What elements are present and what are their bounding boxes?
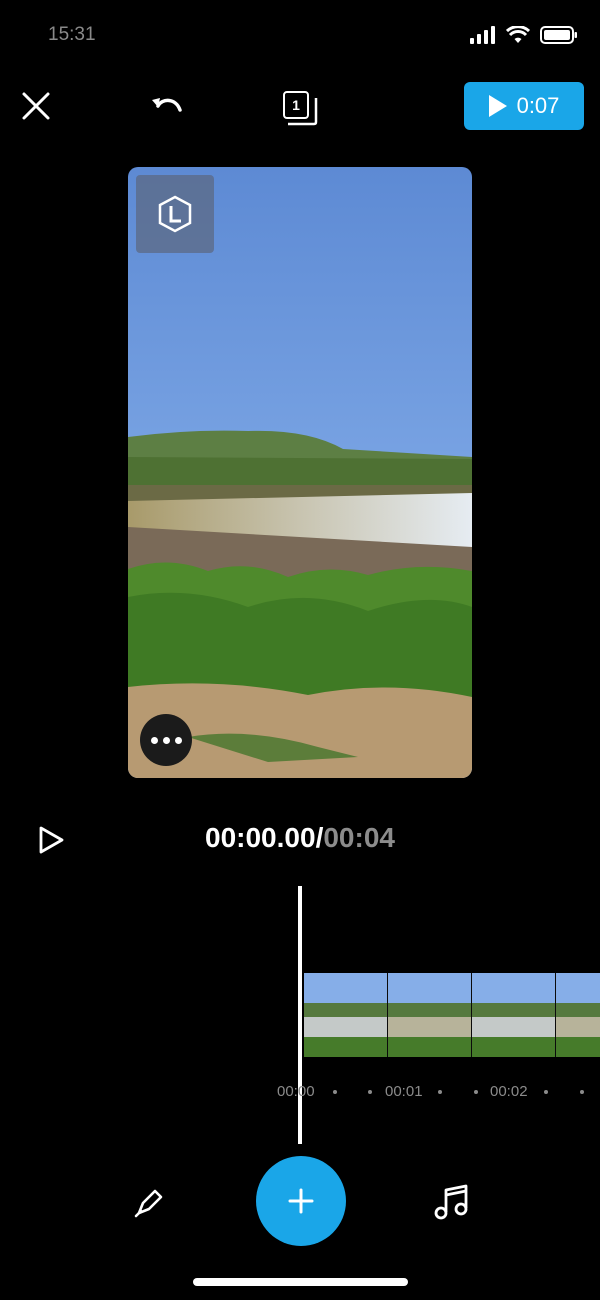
timeline-marker: 00:01	[385, 1083, 423, 1100]
undo-button[interactable]	[144, 84, 188, 128]
add-media-button[interactable]	[256, 1156, 346, 1246]
plus-icon	[288, 1188, 314, 1214]
clip-thumbnail	[472, 973, 556, 1057]
status-time: 15:31	[48, 24, 96, 45]
timeline-tick	[474, 1090, 478, 1094]
playback-time: 00:00.00/00:04	[0, 822, 600, 854]
clip-thumbnail-image	[304, 973, 387, 1057]
play-icon	[488, 95, 507, 117]
preview-play-button[interactable]: 0:07	[464, 82, 584, 130]
timeline-tick	[438, 1090, 442, 1094]
layers-button[interactable]: 1	[274, 82, 322, 130]
clip-thumbnail	[388, 973, 472, 1057]
music-note-icon	[434, 1184, 468, 1220]
music-button[interactable]	[428, 1178, 476, 1226]
timeline-clip[interactable]	[304, 973, 600, 1057]
close-button[interactable]	[14, 84, 58, 128]
clip-thumbnail-image	[556, 973, 600, 1057]
watermark-logo[interactable]	[136, 175, 214, 253]
timeline-tick	[368, 1090, 372, 1094]
clip-thumbnail	[556, 973, 600, 1057]
current-time: 00:00.00	[205, 822, 316, 853]
layers-count: 1	[283, 91, 309, 119]
timeline-marker: 00:00	[277, 1083, 315, 1100]
close-icon	[22, 92, 50, 120]
draw-button[interactable]	[128, 1180, 172, 1224]
more-icon-dot	[174, 736, 182, 744]
preview-duration: 0:07	[516, 93, 560, 118]
clip-thumbnail-image	[388, 973, 471, 1057]
timeline-tick	[544, 1090, 548, 1094]
home-indicator[interactable]	[193, 1278, 408, 1286]
timeline-playhead[interactable]	[298, 886, 302, 1144]
more-icon-dot	[162, 736, 170, 744]
undo-icon	[152, 98, 182, 112]
video-preview[interactable]	[128, 167, 472, 778]
clip-thumbnail	[304, 973, 388, 1057]
timeline-tick	[333, 1090, 337, 1094]
pen-icon	[134, 1189, 163, 1218]
total-time: 00:04	[323, 822, 395, 853]
more-icon-dot	[150, 736, 158, 744]
wifi-icon	[506, 26, 530, 43]
video-frame-image	[128, 167, 472, 778]
more-options-button[interactable]	[140, 714, 192, 766]
timeline-marker: 00:02	[490, 1083, 528, 1100]
signal-icon	[470, 26, 495, 44]
battery-icon	[540, 26, 577, 44]
timeline-tick	[580, 1090, 584, 1094]
status-icons	[470, 26, 578, 44]
watermark-logo-icon	[158, 195, 192, 233]
clip-thumbnail-image	[472, 973, 555, 1057]
